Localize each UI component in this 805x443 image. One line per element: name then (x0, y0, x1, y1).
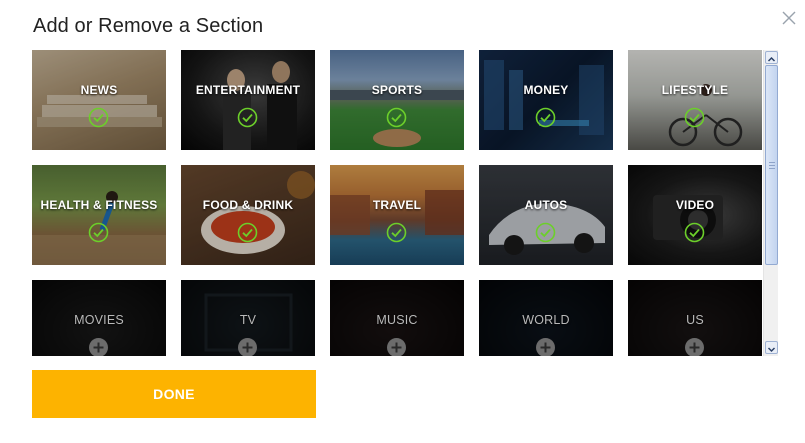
checkmark-icon (535, 222, 556, 243)
section-label: HEALTH & FITNESS (40, 198, 158, 212)
section-tile-us[interactable]: US (628, 280, 762, 356)
section-label: MONEY (523, 83, 569, 97)
scroll-down-button[interactable] (765, 341, 778, 354)
section-tile-food-drink[interactable]: FOOD & DRINK (181, 165, 315, 265)
section-tile-entertainment[interactable]: ENTERTAINMENT (181, 50, 315, 150)
section-label: ENTERTAINMENT (195, 83, 301, 97)
section-tile-music[interactable]: MUSIC (330, 280, 464, 356)
chevron-up-icon (767, 56, 776, 62)
section-label: FOOD & DRINK (202, 198, 294, 212)
checkmark-icon (88, 222, 109, 243)
dialog-title: Add or Remove a Section (33, 15, 264, 37)
add-icon (89, 338, 108, 356)
checkmark-icon (684, 222, 705, 243)
checkmark-icon (535, 107, 556, 128)
section-label: SPORTS (371, 83, 423, 97)
grid-scrollbar[interactable] (763, 50, 778, 356)
section-label: LIFESTYLE (661, 83, 729, 97)
section-label: TRAVEL (372, 198, 422, 212)
section-tile-health-fitness[interactable]: HEALTH & FITNESS (32, 165, 166, 265)
section-tile-movies[interactable]: MOVIES (32, 280, 166, 356)
scroll-up-button[interactable] (765, 51, 778, 64)
section-tile-news[interactable]: NEWS (32, 50, 166, 150)
section-label: MOVIES (74, 313, 124, 327)
section-tile-sports[interactable]: SPORTS (330, 50, 464, 150)
done-button[interactable]: DONE (32, 370, 316, 418)
checkmark-icon (386, 222, 407, 243)
section-label: MUSIC (376, 313, 418, 327)
section-tile-tv[interactable]: TV (181, 280, 315, 356)
add-icon (685, 338, 704, 356)
section-tile-money[interactable]: MONEY (479, 50, 613, 150)
checkmark-icon (386, 107, 407, 128)
checkmark-icon (237, 107, 258, 128)
section-grid: NEWS ENTERTAINMENT SPORTS MONEY LIFESTYL… (32, 50, 763, 356)
add-icon (536, 338, 555, 356)
section-tile-world[interactable]: WORLD (479, 280, 613, 356)
section-label: NEWS (80, 83, 118, 97)
section-label: VIDEO (675, 198, 715, 212)
section-tile-lifestyle[interactable]: LIFESTYLE (628, 50, 762, 150)
chevron-down-icon (767, 347, 776, 353)
section-tile-video[interactable]: VIDEO (628, 165, 762, 265)
section-label: US (686, 313, 704, 327)
section-label: TV (239, 313, 257, 327)
checkmark-icon (88, 107, 109, 128)
close-icon[interactable] (780, 9, 798, 27)
section-label: AUTOS (524, 198, 568, 212)
section-tile-autos[interactable]: AUTOS (479, 165, 613, 265)
section-tile-travel[interactable]: TRAVEL (330, 165, 464, 265)
section-label: WORLD (522, 313, 570, 327)
checkmark-icon (684, 107, 705, 128)
scroll-thumb[interactable] (765, 65, 778, 265)
checkmark-icon (237, 222, 258, 243)
add-icon (387, 338, 406, 356)
add-icon (238, 338, 257, 356)
